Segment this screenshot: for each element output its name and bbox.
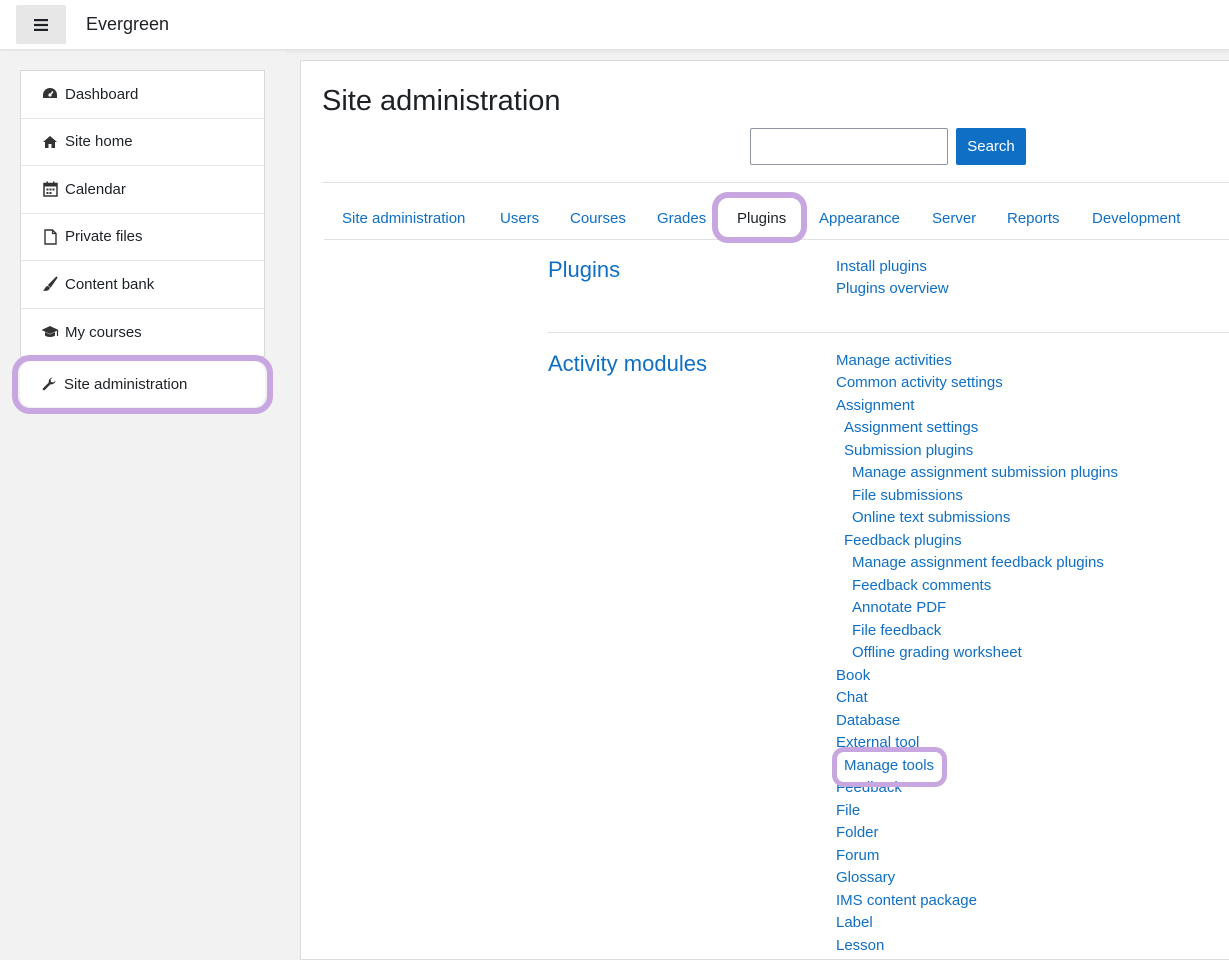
link-feedback[interactable]: Feedback bbox=[836, 779, 902, 796]
link-file-submissions[interactable]: File submissions bbox=[852, 487, 963, 504]
link-database[interactable]: Database bbox=[836, 712, 900, 729]
header-divider bbox=[322, 182, 1229, 183]
nav-item-my-courses[interactable]: My courses bbox=[21, 309, 264, 357]
nav-item-label: Calendar bbox=[65, 180, 126, 198]
link-external-tool[interactable]: External tool bbox=[836, 734, 919, 751]
link-install-plugins[interactable]: Install plugins bbox=[836, 258, 927, 275]
tab-server[interactable]: Server bbox=[932, 210, 976, 227]
tab-plugins[interactable]: Plugins bbox=[737, 210, 786, 227]
nav-list: Dashboard Site home Calendar Private fil… bbox=[20, 70, 265, 357]
nav-item-label: Site home bbox=[65, 133, 133, 151]
wrench-icon bbox=[40, 375, 58, 393]
link-online-text-submissions[interactable]: Online text submissions bbox=[852, 509, 1010, 526]
link-assignment[interactable]: Assignment bbox=[836, 397, 914, 414]
link-feedback-comments[interactable]: Feedback comments bbox=[852, 577, 991, 594]
paint-brush-icon bbox=[41, 275, 59, 293]
link-manage-activities[interactable]: Manage activities bbox=[836, 352, 952, 369]
link-folder[interactable]: Folder bbox=[836, 824, 879, 841]
link-feedback-plugins[interactable]: Feedback plugins bbox=[844, 532, 962, 549]
tab-reports[interactable]: Reports bbox=[1007, 210, 1060, 227]
calendar-icon bbox=[41, 180, 59, 198]
main-region: Site administration Search Site administ… bbox=[300, 60, 1229, 960]
dashboard-icon bbox=[41, 85, 59, 103]
nav-item-calendar[interactable]: Calendar bbox=[21, 166, 264, 214]
link-ims-content-package[interactable]: IMS content package bbox=[836, 892, 977, 909]
nav-item-content-bank[interactable]: Content bank bbox=[21, 261, 264, 309]
file-icon bbox=[41, 228, 59, 246]
tab-appearance[interactable]: Appearance bbox=[819, 210, 900, 227]
tab-courses[interactable]: Courses bbox=[570, 210, 626, 227]
hamburger-menu-icon bbox=[34, 18, 48, 31]
nav-item-private-files[interactable]: Private files bbox=[21, 214, 264, 261]
nav-item-label: Dashboard bbox=[65, 85, 139, 103]
link-label[interactable]: Label bbox=[836, 914, 873, 931]
nav-item-label: My courses bbox=[65, 323, 142, 341]
tab-users[interactable]: Users bbox=[500, 210, 539, 227]
link-plugins-overview[interactable]: Plugins overview bbox=[836, 280, 949, 297]
link-manage-assignment-feedback-plugins[interactable]: Manage assignment feedback plugins bbox=[852, 554, 1104, 571]
link-manage-assignment-submission-plugins[interactable]: Manage assignment submission plugins bbox=[852, 464, 1118, 481]
nav-item-site-home[interactable]: Site home bbox=[21, 119, 264, 166]
search-button[interactable]: Search bbox=[956, 128, 1026, 165]
link-forum[interactable]: Forum bbox=[836, 847, 879, 864]
section-heading-activity-modules[interactable]: Activity modules bbox=[548, 351, 707, 377]
search-input[interactable] bbox=[750, 128, 948, 165]
nav-item-label: Content bank bbox=[65, 275, 155, 293]
link-submission-plugins[interactable]: Submission plugins bbox=[844, 442, 973, 459]
nav-item-label: Private files bbox=[65, 228, 143, 246]
link-assignment-settings[interactable]: Assignment settings bbox=[844, 419, 978, 436]
section-divider bbox=[548, 332, 1229, 333]
home-icon bbox=[41, 133, 59, 151]
admin-tabs: Site administration Users Courses Grades… bbox=[324, 199, 1229, 240]
nav-drawer: Dashboard Site home Calendar Private fil… bbox=[0, 51, 285, 945]
nav-item-label: Site administration bbox=[64, 375, 188, 393]
site-brand[interactable]: Evergreen bbox=[86, 14, 169, 35]
nav-item-dashboard[interactable]: Dashboard bbox=[21, 71, 264, 119]
page-title: Site administration bbox=[322, 85, 561, 117]
link-chat[interactable]: Chat bbox=[836, 689, 868, 706]
link-file[interactable]: File bbox=[836, 802, 860, 819]
tab-grades[interactable]: Grades bbox=[657, 210, 706, 227]
link-lesson[interactable]: Lesson bbox=[836, 937, 884, 954]
tab-site-administration[interactable]: Site administration bbox=[342, 210, 465, 227]
graduation-cap-icon bbox=[41, 323, 59, 341]
tab-development[interactable]: Development bbox=[1092, 210, 1180, 227]
link-common-activity-settings[interactable]: Common activity settings bbox=[836, 374, 1003, 391]
link-book[interactable]: Book bbox=[836, 667, 870, 684]
link-offline-grading-worksheet[interactable]: Offline grading worksheet bbox=[852, 644, 1022, 661]
nav-item-site-administration[interactable]: Site administration bbox=[20, 361, 265, 407]
link-manage-tools[interactable]: Manage tools bbox=[844, 757, 934, 774]
hamburger-menu-button[interactable] bbox=[16, 5, 66, 44]
link-annotate-pdf[interactable]: Annotate PDF bbox=[852, 599, 946, 616]
link-file-feedback[interactable]: File feedback bbox=[852, 622, 941, 639]
section-heading-plugins[interactable]: Plugins bbox=[548, 257, 620, 283]
link-glossary[interactable]: Glossary bbox=[836, 869, 895, 886]
top-navbar: Evergreen bbox=[0, 0, 1229, 50]
